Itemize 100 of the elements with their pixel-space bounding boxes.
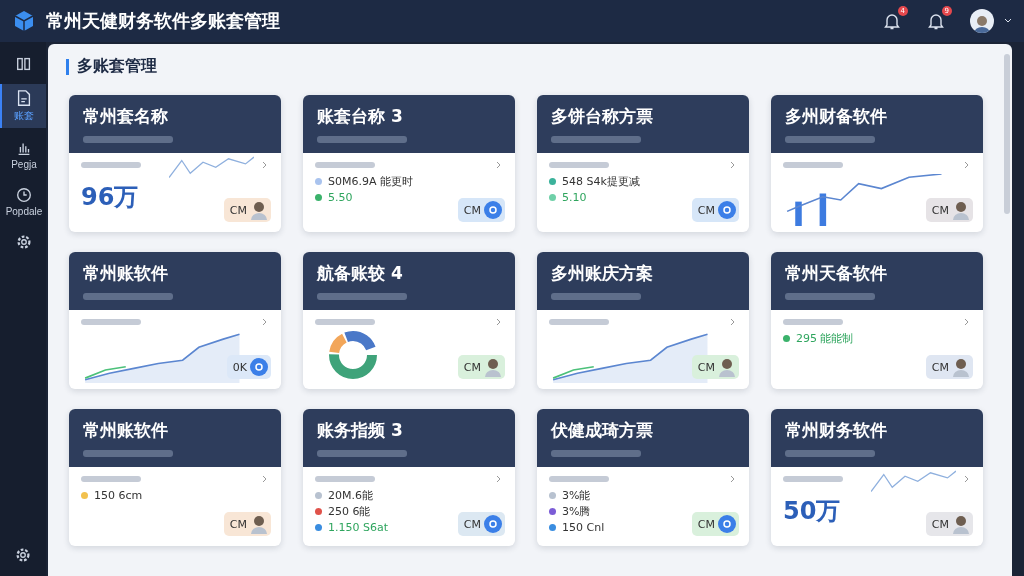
chevron-right-icon[interactable] — [963, 318, 971, 326]
settings-icon[interactable] — [14, 546, 32, 564]
blurred-text-bar — [783, 476, 843, 482]
row-text: 3%能 — [562, 487, 591, 503]
row-text: 20M.6能 — [328, 487, 373, 503]
chevron-right-icon[interactable] — [261, 318, 269, 326]
user-avatar[interactable] — [970, 9, 994, 33]
row-text: 5.10 — [562, 190, 587, 204]
chevron-right-icon[interactable] — [963, 161, 971, 169]
person-icon — [483, 357, 503, 377]
circle-icon — [483, 514, 503, 534]
clock-icon — [15, 186, 33, 204]
account-badge[interactable]: CM — [925, 355, 973, 379]
account-badge[interactable]: CM — [457, 512, 505, 536]
chart-bar — [819, 193, 827, 226]
blurred-text-bar — [783, 319, 843, 325]
person-icon — [951, 514, 971, 534]
card-title: 多州财备软件 — [785, 105, 888, 128]
person-icon — [951, 357, 971, 377]
blurred-text-bar — [315, 476, 375, 482]
circle-icon — [717, 200, 737, 220]
account-card[interactable]: 常州账软件 150 6cm CM — [69, 409, 281, 546]
blurred-text-bar — [81, 162, 141, 168]
account-card[interactable]: 常州套名称 96万 CM — [69, 95, 281, 232]
account-card[interactable]: 账务指频 3 20M.6能 250 6能 1.150 S6at CM — [303, 409, 515, 546]
circle-icon — [249, 357, 269, 377]
blurred-text-bar — [81, 319, 141, 325]
blurred-text-bar — [549, 162, 609, 168]
card-title: 常州账软件 — [83, 262, 169, 285]
chevron-right-icon[interactable] — [729, 318, 737, 326]
sidebar-item[interactable]: Popdale — [0, 181, 46, 222]
chevron-right-icon[interactable] — [963, 475, 971, 483]
sidebar-item[interactable]: 账套 — [0, 84, 46, 128]
account-badge[interactable]: CM — [223, 512, 271, 536]
row-text: 150 6cm — [94, 488, 143, 502]
layout-icon — [15, 55, 33, 73]
donut-chart-drawing — [327, 329, 379, 381]
account-card[interactable]: 常州天备软件 295 能能制 CM — [771, 252, 983, 389]
row-text: 250 6能 — [328, 503, 371, 519]
page-title: 多账套管理 — [77, 56, 157, 77]
chevron-right-icon[interactable] — [729, 161, 737, 169]
card-title: 常州天备软件 — [785, 262, 888, 285]
account-badge[interactable]: CM — [925, 512, 973, 536]
account-badge[interactable]: CM — [457, 198, 505, 222]
row-text: S0M6.9A 能更时 — [328, 173, 413, 189]
chevron-right-icon[interactable] — [495, 318, 503, 326]
blurred-text-bar — [783, 162, 843, 168]
account-card[interactable]: 账套台称 3 S0M6.9A 能更时 5.50 CM — [303, 95, 515, 232]
chevron-down-icon[interactable] — [1004, 17, 1012, 25]
account-card[interactable]: 航备账较 4 CM — [303, 252, 515, 389]
card-title: 常州套名称 — [83, 105, 169, 128]
account-badge[interactable]: CM — [691, 355, 739, 379]
card-title: 多州账庆方案 — [551, 262, 654, 285]
row-text: 1.150 S6at — [328, 520, 389, 534]
account-badge[interactable]: CM — [691, 198, 739, 222]
blurred-text-bar — [315, 319, 375, 325]
logo-icon — [12, 9, 36, 33]
row-text: 295 能能制 — [796, 330, 854, 346]
account-card[interactable]: 常州账软件 0K — [69, 252, 281, 389]
card-title: 常州财务软件 — [785, 419, 888, 442]
blurred-text-bar — [81, 476, 141, 482]
account-badge[interactable]: CM — [691, 512, 739, 536]
chart-bar — [795, 201, 802, 226]
circle-icon — [483, 200, 503, 220]
account-badge[interactable]: CM — [457, 355, 505, 379]
blurred-text-bar — [315, 162, 375, 168]
account-card[interactable]: 多州账庆方案 CM — [537, 252, 749, 389]
bell-icon[interactable] — [882, 11, 902, 31]
circle-icon — [717, 514, 737, 534]
scrollbar[interactable] — [1004, 54, 1010, 214]
stat-value: 50万 — [783, 496, 841, 527]
account-card[interactable]: 多饼台称方票 548 S4k提更减 5.10 CM — [537, 95, 749, 232]
account-card[interactable]: 常州财务软件 50万 CM — [771, 409, 983, 546]
chevron-right-icon[interactable] — [495, 475, 503, 483]
bell-icon[interactable] — [926, 11, 946, 31]
card-title: 常州账软件 — [83, 419, 169, 442]
chevron-right-icon[interactable] — [261, 161, 269, 169]
card-title: 账务指频 3 — [317, 419, 404, 442]
sidebar-item[interactable]: Pegja — [0, 134, 46, 175]
row-text: 3%腾 — [562, 503, 591, 519]
chevron-right-icon[interactable] — [495, 161, 503, 169]
account-badge[interactable]: CM — [223, 198, 271, 222]
account-card[interactable]: 多州财备软件 CM — [771, 95, 983, 232]
blurred-text-bar — [549, 319, 609, 325]
chevron-right-icon[interactable] — [729, 475, 737, 483]
row-text: 548 S4k提更减 — [562, 173, 640, 189]
card-title: 伏健成琦方票 — [551, 419, 654, 442]
app-title: 常州天健财务软件多账套管理 — [46, 9, 281, 33]
chevron-right-icon[interactable] — [261, 475, 269, 483]
account-badge[interactable]: CM — [925, 198, 973, 222]
stat-value: 96万 — [81, 182, 139, 213]
settings-icon — [15, 233, 33, 251]
blurred-text-bar — [549, 476, 609, 482]
person-icon — [249, 200, 269, 220]
person-icon — [951, 200, 971, 220]
account-badge[interactable]: 0K — [226, 355, 271, 379]
account-card[interactable]: 伏健成琦方票 3%能 3%腾 150 Cnl CM — [537, 409, 749, 546]
card-title: 航备账较 4 — [317, 262, 404, 285]
person-icon — [717, 357, 737, 377]
card-title: 账套台称 3 — [317, 105, 404, 128]
